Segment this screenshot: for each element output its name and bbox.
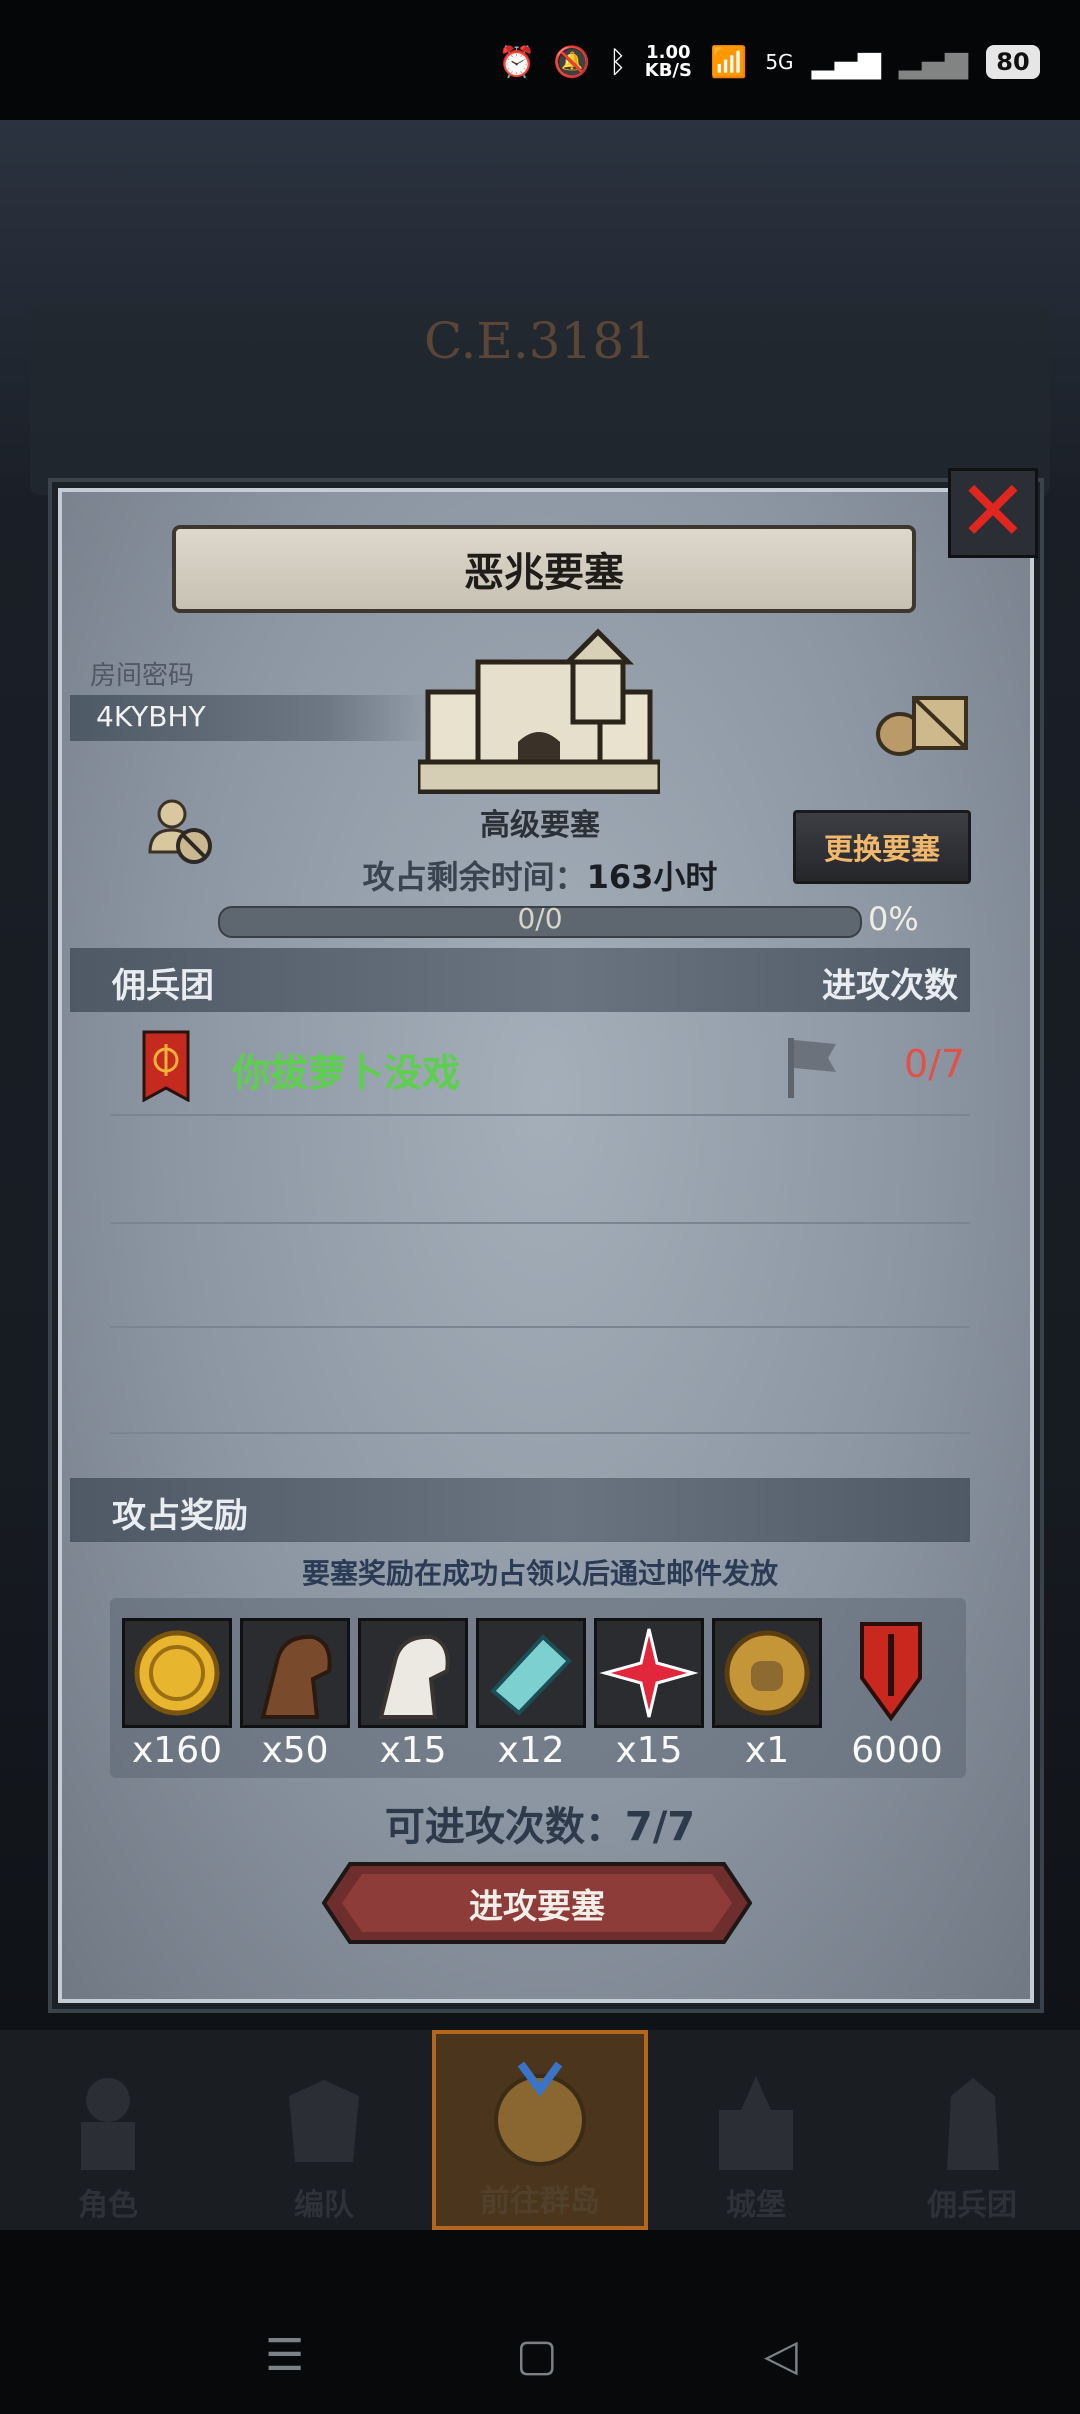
cloth-roll-icon [490, 1634, 572, 1716]
red-shield-sword-icon [860, 1622, 922, 1722]
signal-icon-2: ▂▄▆ [898, 44, 968, 80]
helmet-coin-icon [724, 1630, 810, 1716]
back-icon[interactable]: ◁ [764, 2330, 798, 2381]
reward-slot[interactable] [122, 1618, 232, 1728]
gold-coin-icon [134, 1630, 220, 1716]
progress-percent: 0% [868, 900, 919, 938]
nav-item-character[interactable]: 角色 [0, 2030, 216, 2230]
battery-icon: 80 [986, 45, 1040, 79]
remaining-time-value: 163 [586, 858, 654, 896]
flag-icon [788, 1038, 836, 1098]
close-button[interactable]: ✕ [948, 468, 1038, 558]
reward-qty: 6000 [851, 1730, 943, 1771]
brown-horse-icon [260, 1634, 332, 1719]
network-speed: 1.00 KB/S [645, 44, 692, 80]
castle-icon [719, 2076, 793, 2170]
room-code-label: 房间密码 [90, 661, 195, 691]
compass-globe-icon [494, 2062, 586, 2166]
nav-label: 佣兵团 [927, 2188, 1017, 2223]
reward-qty: x15 [379, 1730, 447, 1771]
armor-icon [289, 2080, 359, 2162]
reward-header: 攻占奖励 [112, 1496, 248, 1536]
mute-icon: 🔕 [553, 44, 591, 80]
list-divider [110, 1326, 970, 1328]
network-speed-unit: KB/S [644, 60, 692, 81]
system-nav-bar [0, 2230, 1080, 2414]
list-divider [110, 1222, 970, 1224]
room-code[interactable]: 4KYBHY [96, 700, 206, 733]
remaining-time-unit: 小时 [653, 858, 718, 896]
background-year: C.E.3181 [423, 312, 656, 370]
reward-qty: x12 [497, 1730, 565, 1771]
close-icon: ✕ [957, 462, 1029, 560]
bluetooth-icon: ᛒ [608, 44, 627, 80]
home-icon[interactable]: ▢ [516, 2330, 558, 2381]
red-star-icon [599, 1628, 699, 1718]
nav-label: 角色 [78, 2188, 138, 2223]
reward-slot[interactable] [712, 1618, 822, 1728]
nav-item-castle[interactable]: 城堡 [648, 2030, 864, 2230]
alarm-icon: ⏰ [498, 44, 536, 80]
list-divider [110, 1114, 970, 1116]
attempts-label: 可进攻次数： [384, 1804, 625, 1850]
nav-item-formation[interactable]: 编队 [216, 2030, 432, 2230]
attack-count-header: 进攻次数 [822, 966, 958, 1006]
mercenary-icon [947, 2078, 999, 2170]
reward-qty: x1 [744, 1730, 790, 1771]
dialog-title: 恶兆要塞 [172, 525, 916, 613]
knight-icon [81, 2078, 135, 2170]
nav-item-mercenary[interactable]: 佣兵团 [864, 2030, 1080, 2230]
mercenary-banner-icon [142, 1030, 190, 1102]
attempts-value: 7/7 [624, 1804, 696, 1850]
status-bar: ⏰ 🔕 ᛒ 1.00 KB/S 📶 5G ▂▄▆ ▂▄▆ 80 [0, 0, 1080, 120]
list-divider [110, 1432, 970, 1434]
mercenary-name[interactable]: 你拔萝卜没戏 [232, 1042, 460, 1097]
reward-qty: x50 [261, 1730, 329, 1771]
bag-crate-icon[interactable] [874, 690, 970, 756]
reward-slot[interactable] [476, 1618, 586, 1728]
reward-slot[interactable] [594, 1618, 704, 1728]
attempts-remaining: 可进攻次数：7/7 [0, 1794, 1080, 1852]
remaining-time-label: 攻占剩余时间： [362, 858, 587, 896]
nav-item-islands[interactable]: 前往群岛 [432, 2030, 648, 2230]
remaining-time: 攻占剩余时间：163小时 [0, 852, 1080, 898]
reward-qty: x160 [131, 1730, 223, 1771]
nav-label: 城堡 [726, 2188, 786, 2223]
reward-slot[interactable] [858, 1618, 924, 1722]
mercenary-attack-count: 0/7 [904, 1042, 966, 1086]
attack-fortress-button[interactable]: 进攻要塞 [322, 1862, 752, 1944]
signal-icon: ▂▄▆ [811, 44, 881, 80]
network-type: 5G [765, 50, 794, 74]
reward-hint: 要塞奖励在成功占领以后通过邮件发放 [301, 1557, 778, 1590]
reward-qty: x15 [615, 1730, 683, 1771]
wifi-icon: 📶 [709, 44, 748, 80]
mercenary-header: 佣兵团 [112, 966, 214, 1006]
nav-label: 前往群岛 [480, 2184, 600, 2219]
menu-icon[interactable]: ☰ [265, 2330, 304, 2381]
reward-slot[interactable] [358, 1618, 468, 1728]
white-horse-icon [378, 1634, 450, 1719]
nav-label: 编队 [294, 2188, 354, 2223]
fortress-icon [418, 628, 660, 794]
reward-slot[interactable] [240, 1618, 350, 1728]
